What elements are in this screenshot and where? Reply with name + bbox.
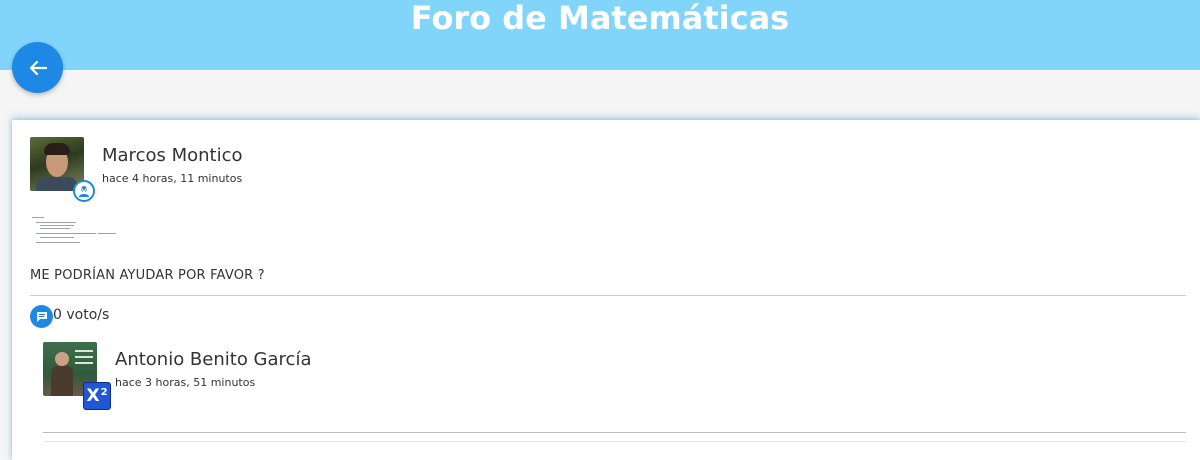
vote-count: 0 voto/s: [53, 307, 110, 323]
attachment-thumbnail[interactable]: [32, 215, 118, 247]
post-body-text: ME PODRÍAN AYUDAR POR FAVOR ?: [30, 268, 265, 283]
user-badge-icon: [73, 180, 95, 202]
post-timestamp: hace 4 horas, 11 minutos: [102, 172, 243, 185]
back-button[interactable]: [12, 42, 63, 93]
app-header: Foro de Matemáticas: [0, 0, 1200, 70]
divider: [30, 295, 1186, 296]
post-author-name[interactable]: Marcos Montico: [102, 145, 243, 166]
post-card: Marcos Montico hace 4 horas, 11 minutos …: [12, 120, 1200, 460]
arrow-left-icon: [29, 60, 47, 75]
reply-author-name[interactable]: Antonio Benito García: [115, 349, 311, 370]
page-title: Foro de Matemáticas: [410, 0, 790, 37]
reply-divider-light: [43, 441, 1186, 442]
math-badge-icon: X2: [83, 382, 111, 410]
math-badge-sup: 2: [100, 386, 108, 398]
comment-icon[interactable]: [30, 305, 53, 328]
math-badge-label: X: [86, 386, 100, 406]
reply-divider: [43, 432, 1186, 433]
reply-timestamp: hace 3 horas, 51 minutos: [115, 376, 256, 389]
